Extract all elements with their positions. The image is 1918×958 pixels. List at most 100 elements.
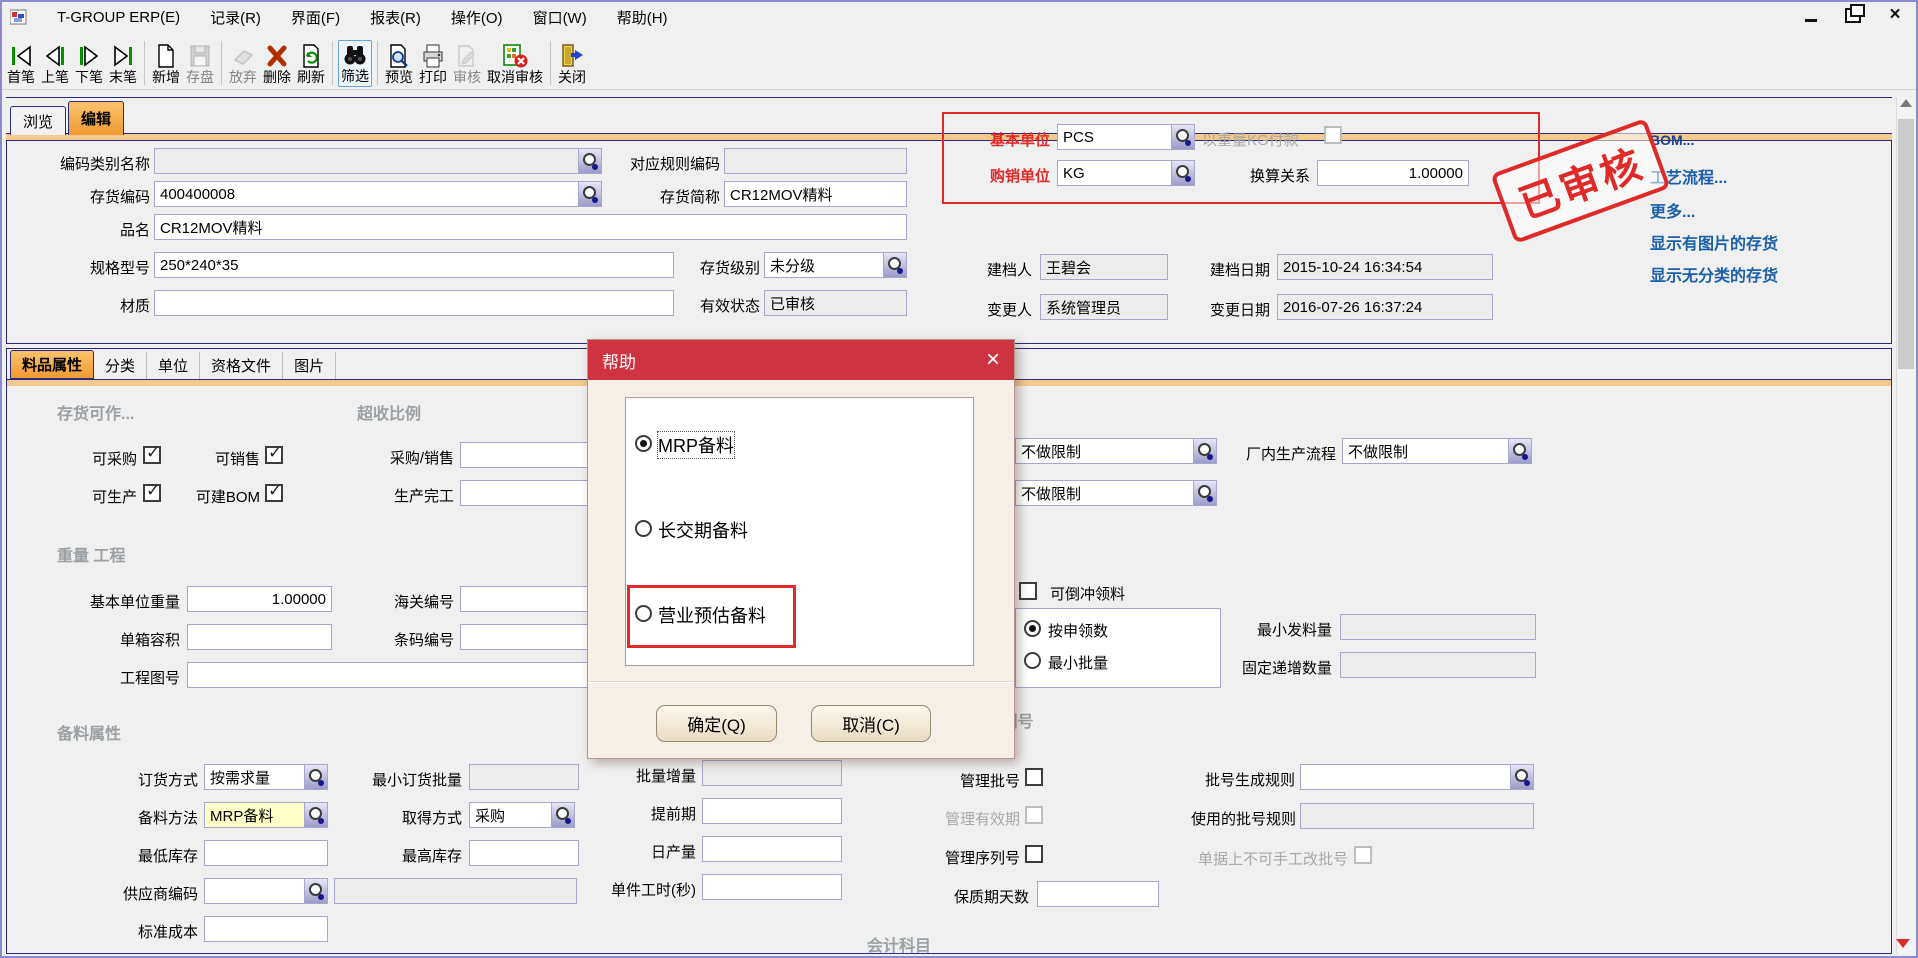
show-unclassified-link[interactable]: 显示无分类的存货	[1650, 262, 1778, 286]
drawing-no-field[interactable]	[187, 662, 600, 688]
manage-batch-checkbox[interactable]	[1025, 768, 1043, 786]
sellable-checkbox[interactable]	[265, 446, 283, 464]
manage-expiry-checkbox[interactable]	[1025, 806, 1043, 824]
toolbar-prev-record-button[interactable]: 上笔	[39, 42, 71, 87]
std-cost-field[interactable]	[204, 916, 328, 942]
long-leadtime-label[interactable]: 长交期备料	[658, 517, 748, 543]
toolbar-delete-button[interactable]: 删除	[261, 42, 293, 87]
min-stock-field[interactable]	[204, 840, 328, 866]
order-mode-field[interactable]: 按需求量	[204, 764, 328, 790]
tab-edit[interactable]: 编辑	[68, 101, 124, 135]
shelf-days-field[interactable]	[1037, 881, 1159, 907]
toolbar-audit-button[interactable]: 审核	[451, 42, 483, 87]
bom-link[interactable]: BOM...	[1650, 132, 1694, 148]
factory-flow-field[interactable]: 不做限制	[1342, 438, 1532, 464]
scrollbar-thumb[interactable]	[1898, 119, 1914, 369]
close-window-icon[interactable]: ×	[1886, 6, 1904, 24]
scroll-more-red-icon[interactable]	[1896, 939, 1910, 948]
supplier-code-field[interactable]	[204, 878, 328, 904]
tab-unit[interactable]: 单位	[147, 352, 200, 379]
menu-item-operation[interactable]: 操作(O)	[436, 4, 518, 31]
help-dialog-titlebar[interactable]: 帮助 ×	[588, 340, 1014, 380]
menu-item-record[interactable]: 记录(R)	[195, 4, 276, 31]
long-leadtime-radio[interactable]	[635, 520, 652, 537]
purchasable-checkbox[interactable]	[143, 446, 161, 464]
backflush-checkbox[interactable]	[1019, 582, 1037, 600]
toolbar-add-button[interactable]: 新增	[150, 42, 182, 87]
daily-output-field[interactable]	[702, 836, 842, 862]
menu-item-report[interactable]: 报表(R)	[355, 4, 436, 31]
item-name-field[interactable]: CR12MOV精料	[154, 214, 907, 240]
item-code-lookup-icon[interactable]	[578, 182, 601, 206]
lead-time-field[interactable]	[702, 798, 842, 824]
barcode-field[interactable]	[460, 624, 602, 650]
min-lot-radio[interactable]	[1024, 652, 1041, 669]
item-code-field[interactable]: 400400008	[154, 181, 602, 207]
rule-code-field[interactable]	[724, 148, 907, 174]
menu-item-interface[interactable]: 界面(F)	[276, 4, 355, 31]
show-with-picture-link[interactable]: 显示有图片的存货	[1650, 230, 1778, 254]
level-field[interactable]: 未分级	[764, 252, 907, 278]
menu-item-tgroup-erp[interactable]: T-GROUP ERP(E)	[42, 6, 195, 29]
mrp-prep-radio[interactable]	[635, 435, 652, 452]
restrict-2-lookup-icon[interactable]	[1193, 481, 1216, 505]
toolbar-discard-button[interactable]: 放弃	[227, 42, 259, 87]
cancel-button[interactable]: 取消(C)	[811, 705, 931, 742]
prep-method-field[interactable]: MRP备料	[204, 802, 328, 828]
batch-rule-lookup-icon[interactable]	[1510, 765, 1533, 789]
toolbar-close-button[interactable]: 关闭	[556, 42, 588, 87]
box-volume-field[interactable]	[187, 624, 332, 650]
toolbar-cancel-audit-button[interactable]: 取消审核	[485, 42, 545, 87]
vertical-scrollbar[interactable]	[1896, 97, 1916, 954]
manage-serial-checkbox[interactable]	[1025, 845, 1043, 863]
coding-class-lookup-icon[interactable]	[578, 149, 601, 173]
tab-browse[interactable]: 浏览	[10, 106, 66, 135]
issue-by-request-radio[interactable]	[1024, 620, 1041, 637]
more-link[interactable]: 更多...	[1650, 198, 1695, 222]
scroll-up-icon[interactable]	[1900, 99, 1912, 107]
toolbar-next-record-button[interactable]: 下笔	[73, 42, 105, 87]
acquire-mode-lookup-icon[interactable]	[551, 803, 574, 827]
restrict-field-1[interactable]: 不做限制	[1015, 438, 1217, 464]
dialog-close-icon[interactable]: ×	[986, 349, 1000, 371]
tab-qualification-files[interactable]: 资格文件	[200, 352, 283, 379]
restore-icon[interactable]	[1844, 6, 1862, 24]
toolbar-print-button[interactable]: 打印	[417, 42, 449, 87]
max-stock-field[interactable]	[469, 840, 579, 866]
material-field[interactable]	[154, 290, 674, 316]
tab-classification[interactable]: 分类	[94, 352, 147, 379]
toolbar-refresh-button[interactable]: 刷新	[295, 42, 327, 87]
toolbar-first-record-button[interactable]: 首笔	[5, 42, 37, 87]
mrp-prep-label[interactable]: MRP备料	[658, 432, 734, 458]
prep-method-lookup-icon[interactable]	[304, 803, 327, 827]
level-lookup-icon[interactable]	[883, 253, 906, 277]
base-weight-field[interactable]: 1.00000	[187, 586, 332, 612]
batch-rule-field[interactable]	[1300, 764, 1534, 790]
tab-picture[interactable]: 图片	[283, 352, 336, 379]
minimize-icon[interactable]	[1802, 6, 1820, 24]
toolbar-save-button[interactable]: 存盘	[184, 42, 216, 87]
toolbar-filter-button[interactable]: 筛选	[338, 40, 372, 87]
unit-time-field[interactable]	[702, 874, 842, 900]
restrict-field-2[interactable]: 不做限制	[1015, 480, 1217, 506]
coding-class-field[interactable]	[154, 148, 602, 174]
over-production-field[interactable]	[460, 480, 602, 506]
tab-item-properties[interactable]: 料品属性	[10, 350, 94, 379]
supplier-lookup-icon[interactable]	[304, 879, 327, 903]
customs-code-field[interactable]	[460, 586, 602, 612]
menu-item-window[interactable]: 窗口(W)	[518, 4, 602, 31]
restrict-1-lookup-icon[interactable]	[1193, 439, 1216, 463]
acquire-mode-field[interactable]: 采购	[469, 802, 575, 828]
toolbar-last-record-button[interactable]: 末笔	[107, 42, 139, 87]
order-mode-lookup-icon[interactable]	[304, 765, 327, 789]
producible-checkbox[interactable]	[143, 484, 161, 502]
item-abbr-field[interactable]: CR12MOV精料	[724, 181, 907, 207]
toolbar-preview-button[interactable]: 预览	[383, 42, 415, 87]
ok-button[interactable]: 确定(Q)	[656, 705, 777, 742]
factory-flow-lookup-icon[interactable]	[1508, 439, 1531, 463]
menu-item-help[interactable]: 帮助(H)	[602, 4, 683, 31]
no-manual-batch-checkbox[interactable]	[1354, 846, 1372, 864]
over-purchase-field[interactable]	[460, 442, 602, 468]
spec-field[interactable]: 250*240*35	[154, 252, 674, 278]
can-build-bom-checkbox[interactable]	[265, 484, 283, 502]
